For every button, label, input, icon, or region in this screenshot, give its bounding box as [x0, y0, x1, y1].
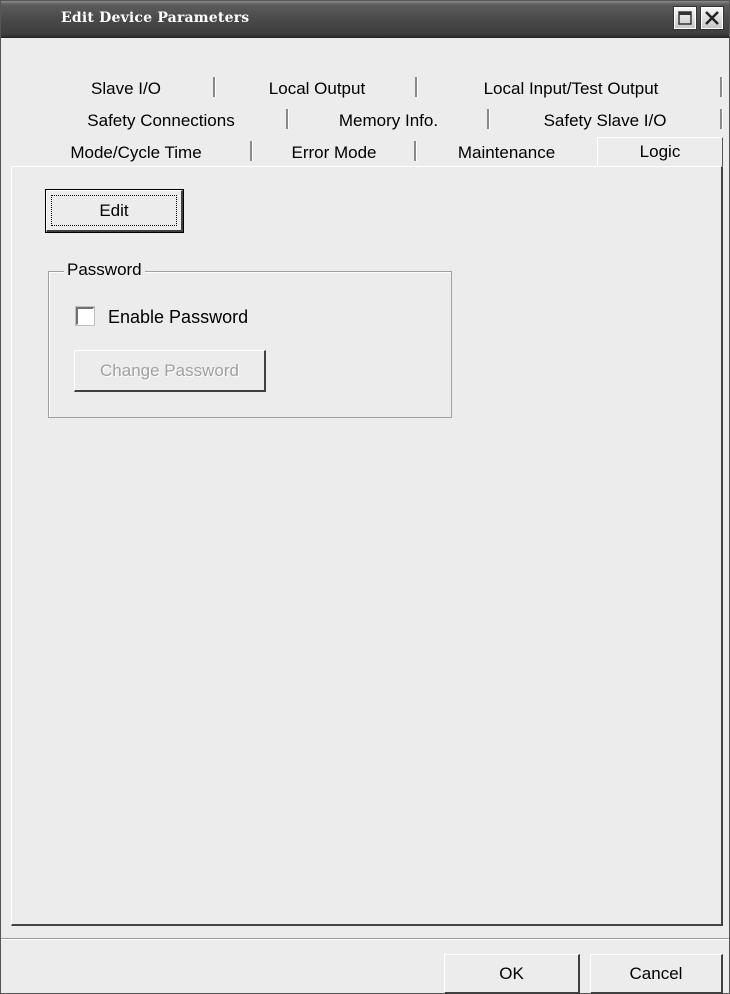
maximize-icon: [678, 11, 692, 25]
tab-safety-connections[interactable]: Safety Connections: [41, 109, 281, 133]
close-icon: [705, 11, 719, 25]
tab-separator: [720, 109, 723, 129]
tab-separator: [720, 77, 723, 97]
tab-separator: [487, 109, 490, 129]
cancel-button[interactable]: Cancel: [590, 954, 723, 994]
footer-separator: [1, 938, 729, 940]
window-title: Edit Device Parameters: [61, 10, 250, 26]
enable-password-label[interactable]: Enable Password: [108, 306, 248, 328]
title-bar[interactable]: Edit Device Parameters: [1, 1, 729, 38]
edit-button-label: Edit: [99, 200, 129, 220]
tab-safety-slave-io[interactable]: Safety Slave I/O: [495, 109, 715, 133]
tab-mode-cycle-time[interactable]: Mode/Cycle Time: [21, 141, 251, 165]
ok-button[interactable]: OK: [444, 954, 580, 994]
change-password-button[interactable]: Change Password: [74, 350, 266, 392]
tab-separator: [213, 77, 216, 97]
tab-error-mode[interactable]: Error Mode: [254, 141, 414, 165]
edit-device-parameters-dialog: Edit Device Parameters Slave I/O Local O…: [0, 0, 730, 994]
tab-separator: [415, 77, 418, 97]
enable-password-checkbox[interactable]: [75, 306, 95, 326]
close-button[interactable]: [700, 6, 724, 30]
tab-memory-info[interactable]: Memory Info.: [291, 109, 486, 133]
tab-separator: [250, 141, 253, 161]
tab-local-output[interactable]: Local Output: [217, 77, 417, 101]
tab-local-input-test-output[interactable]: Local Input/Test Output: [421, 77, 721, 101]
tab-separator: [414, 141, 417, 161]
tab-slave-io[interactable]: Slave I/O: [41, 77, 211, 101]
password-group-label: Password: [64, 260, 145, 280]
tab-maintenance[interactable]: Maintenance: [419, 141, 594, 165]
password-groupbox: [48, 271, 452, 418]
edit-button[interactable]: Edit: [45, 189, 184, 233]
tab-separator: [286, 109, 289, 129]
tab-logic[interactable]: Logic: [597, 137, 723, 167]
maximize-button[interactable]: [673, 6, 697, 30]
